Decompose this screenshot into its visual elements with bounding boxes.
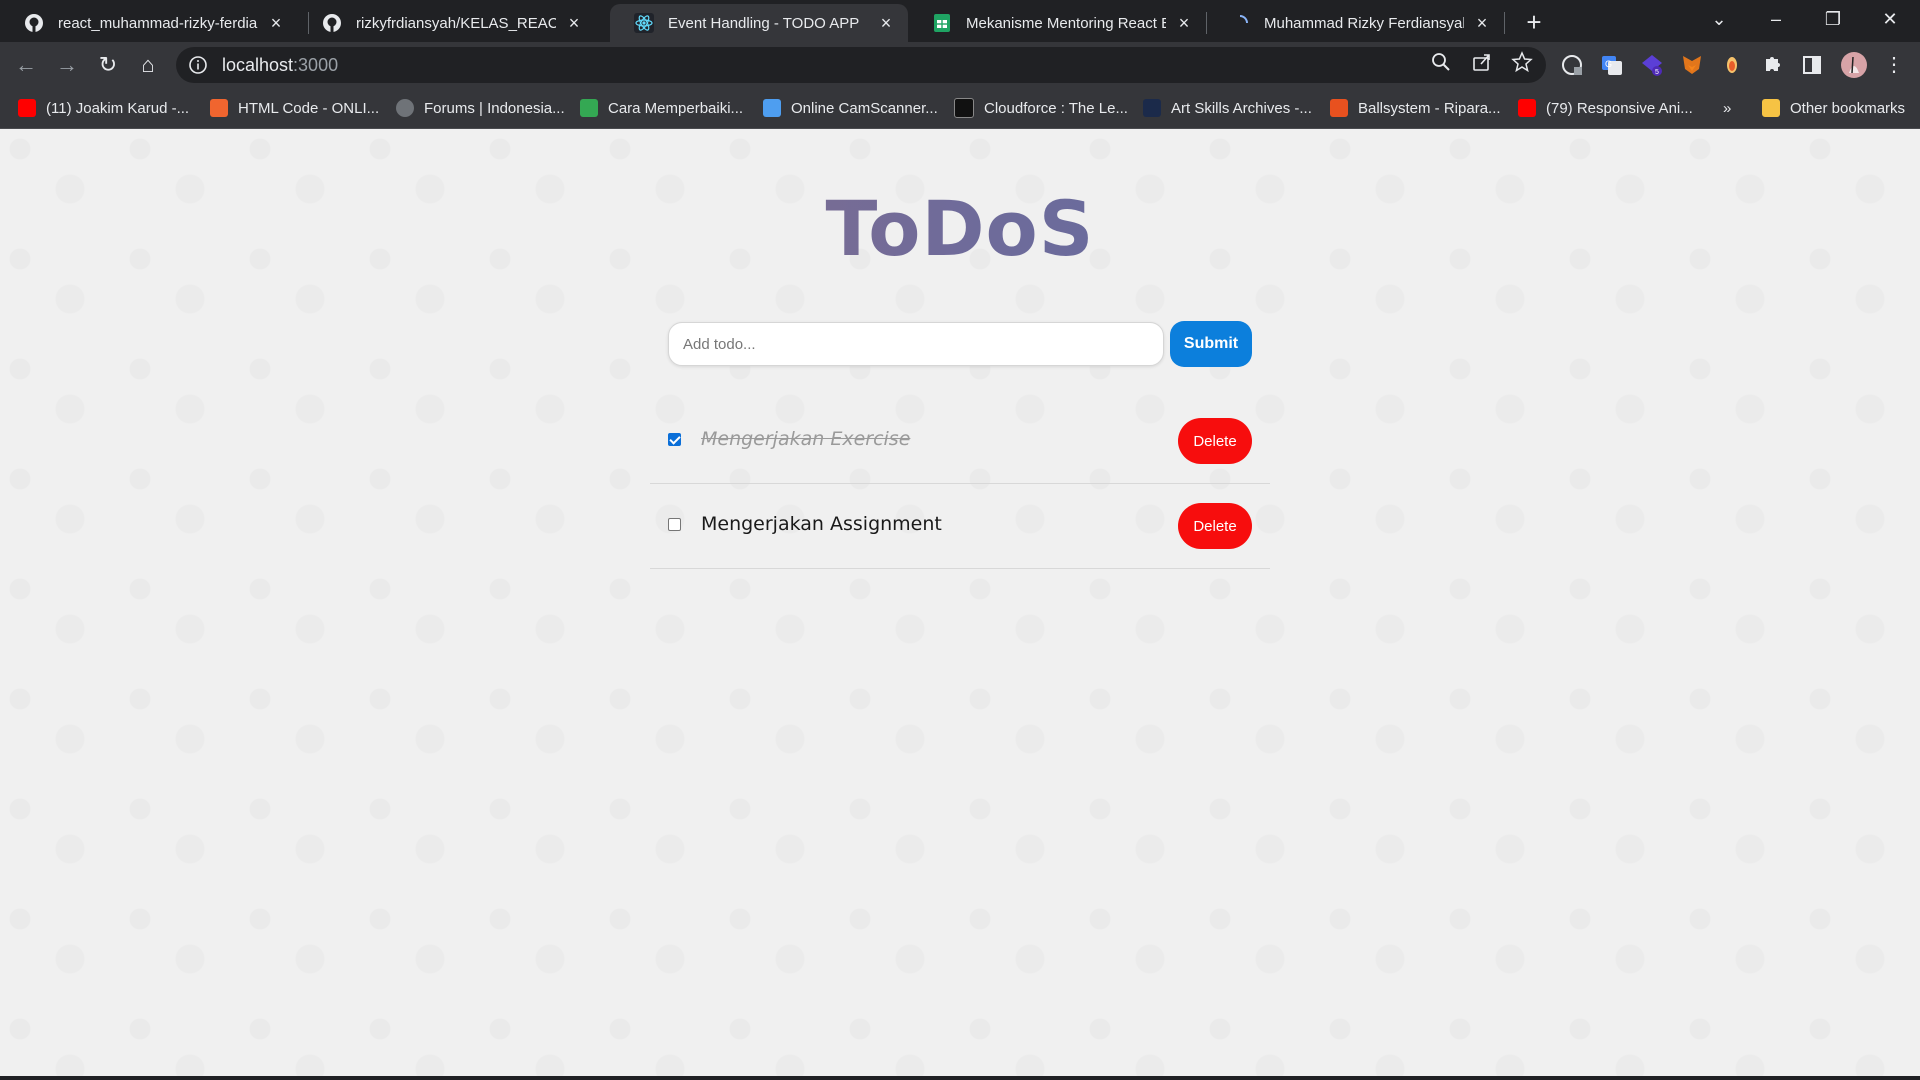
window-close-button[interactable]: ✕ (1863, 0, 1917, 38)
delete-button[interactable]: Delete (1178, 418, 1252, 464)
close-icon[interactable]: × (266, 13, 286, 34)
bookmark-item[interactable]: Ballsystem - Ripara... (1330, 96, 1501, 120)
todo-checkbox[interactable] (668, 518, 681, 531)
new-tab-button[interactable]: + (1518, 6, 1550, 38)
minimize-button[interactable]: – (1749, 0, 1803, 38)
browser-toolbar: ← → ↻ ⌂ localhost:3000 G 5 ⋮ (0, 42, 1920, 88)
profile-avatar[interactable] (1840, 51, 1868, 79)
other-bookmarks-folder[interactable]: Other bookmarks (1762, 96, 1905, 120)
info-icon[interactable] (188, 55, 208, 75)
bookmark-item[interactable]: Cloudforce : The Le... (954, 96, 1128, 120)
svg-text:G: G (1605, 59, 1612, 69)
url-text: localhost:3000 (222, 54, 339, 75)
restore-button[interactable]: ❐ (1806, 0, 1860, 38)
bookmark-item[interactable]: Forums | Indonesia... (396, 96, 565, 120)
github-icon (24, 13, 44, 33)
youtube-icon (1518, 99, 1536, 117)
tab-title: react_muhammad-rizky-ferdiansy (58, 14, 258, 32)
reload-button[interactable]: ↻ (92, 49, 124, 81)
youtube-icon (18, 99, 36, 117)
react-icon (634, 13, 654, 33)
side-panel-icon[interactable] (1800, 53, 1824, 77)
close-icon[interactable]: × (564, 13, 584, 34)
tab-title: Event Handling - TODO APP (668, 14, 860, 32)
todo-list: Mengerjakan Exercise Delete Mengerjakan … (650, 399, 1270, 569)
bookmarks-overflow-button[interactable]: » (1723, 96, 1731, 120)
forum-icon (396, 99, 414, 117)
bookmark-item[interactable]: Cara Memperbaiki... (580, 96, 743, 120)
ballsystem-icon (1330, 99, 1348, 117)
github-icon (322, 13, 342, 33)
todo-checkbox[interactable] (668, 433, 681, 446)
camscanner-icon (763, 99, 781, 117)
extensions-puzzle-icon[interactable] (1760, 53, 1784, 77)
html-code-icon (210, 99, 228, 117)
cloudforce-icon (954, 98, 974, 118)
forward-button[interactable]: → (51, 49, 83, 81)
zoom-icon[interactable] (1430, 51, 1452, 73)
tab-title: Mekanisme Mentoring React Bat (966, 14, 1166, 32)
address-bar[interactable]: localhost:3000 (176, 47, 1546, 83)
shield-icon (580, 99, 598, 117)
close-icon[interactable]: × (876, 13, 896, 34)
menu-kebab-icon[interactable]: ⋮ (1878, 49, 1910, 81)
todo-item: Mengerjakan Exercise Delete (650, 399, 1270, 484)
add-todo-form: Submit (668, 321, 1252, 368)
tab-title: Muhammad Rizky Ferdiansyah - (1264, 14, 1464, 32)
sheets-icon (932, 13, 952, 33)
tab-profile[interactable]: Muhammad Rizky Ferdiansyah - × (1206, 4, 1504, 42)
folder-icon (1762, 99, 1780, 117)
extension-badge-icon[interactable]: 5 (1640, 53, 1664, 77)
bookmarks-bar: (11) Joakim Karud -... HTML Code - ONLI.… (0, 88, 1920, 129)
add-todo-input[interactable] (668, 322, 1164, 366)
metamask-icon[interactable] (1680, 53, 1704, 77)
tab-sheets[interactable]: Mekanisme Mentoring React Bat × (908, 4, 1206, 42)
bookmark-item[interactable]: Art Skills Archives -... (1143, 96, 1312, 120)
tab-search-button[interactable]: ⌄ (1692, 0, 1746, 38)
tab-title: rizkyfrdiansyah/KELAS_REACT-B: (356, 14, 556, 32)
loading-icon (1230, 13, 1250, 33)
tab-github-repo-2[interactable]: rizkyfrdiansyah/KELAS_REACT-B: × (298, 4, 596, 42)
share-icon[interactable] (1471, 51, 1493, 73)
bookmark-star-icon[interactable] (1511, 51, 1533, 73)
back-button[interactable]: ← (10, 49, 42, 81)
tab-strip: react_muhammad-rizky-ferdiansy × rizkyfr… (0, 0, 1920, 42)
home-button[interactable]: ⌂ (132, 49, 164, 81)
close-icon[interactable]: × (1174, 13, 1194, 34)
todo-text: Mengerjakan Assignment (701, 513, 942, 535)
tab-todo-app[interactable]: Event Handling - TODO APP × (610, 4, 908, 42)
svg-text:5: 5 (1655, 69, 1659, 76)
tab-github-repo-1[interactable]: react_muhammad-rizky-ferdiansy × (0, 4, 298, 42)
extension-shield-icon[interactable] (1720, 53, 1744, 77)
extension-speed-icon[interactable] (1560, 53, 1584, 77)
bookmark-item[interactable]: (11) Joakim Karud -... (18, 96, 189, 120)
delete-button[interactable]: Delete (1178, 503, 1252, 549)
todo-item: Mengerjakan Assignment Delete (650, 484, 1270, 569)
art-icon (1143, 99, 1161, 117)
close-icon[interactable]: × (1472, 13, 1492, 34)
bookmark-item[interactable]: Online CamScanner... (763, 96, 938, 120)
page-viewport: ToDoS Submit Mengerjakan Exercise Delete… (0, 129, 1920, 1076)
page-title: ToDoS (0, 184, 1920, 273)
bookmark-item[interactable]: HTML Code - ONLI... (210, 96, 379, 120)
todo-text: Mengerjakan Exercise (701, 428, 911, 450)
bookmark-item[interactable]: (79) Responsive Ani... (1518, 96, 1693, 120)
submit-button[interactable]: Submit (1170, 321, 1252, 367)
window-bottom-edge (0, 1076, 1920, 1080)
translate-icon[interactable]: G (1600, 53, 1624, 77)
